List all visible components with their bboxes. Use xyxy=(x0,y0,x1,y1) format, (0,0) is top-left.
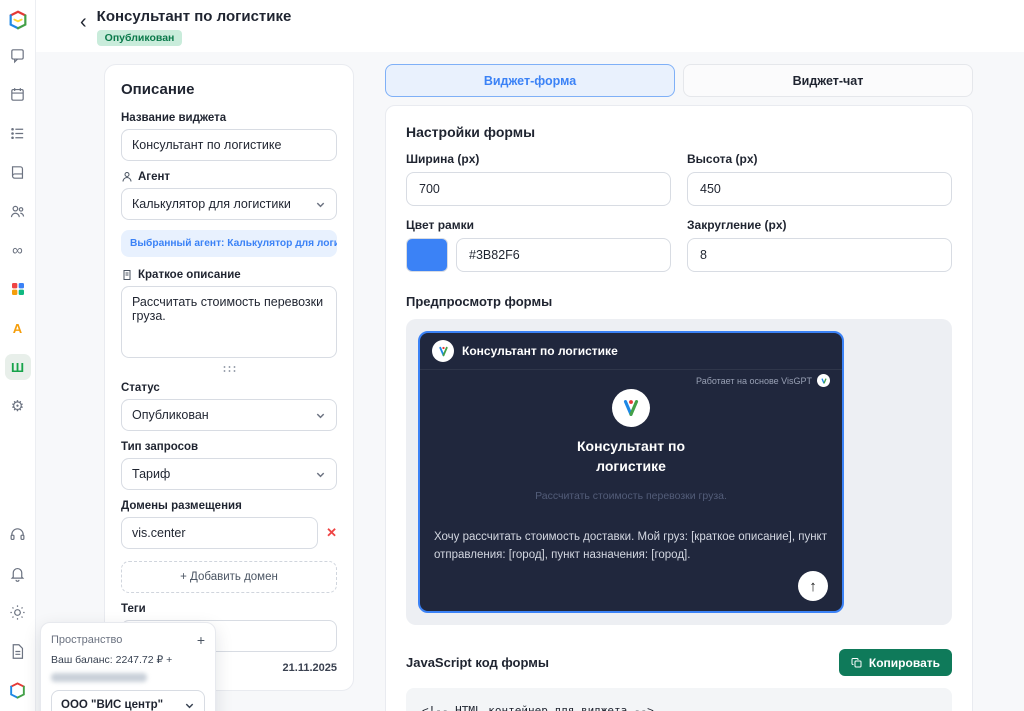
radius-label: Закругление (px) xyxy=(687,218,787,232)
page-title: Консультант по логистике xyxy=(96,8,292,25)
widget-hero-subtitle: Рассчитать стоимость перевозки груза. xyxy=(535,489,727,502)
widget-header: Консультант по логистике xyxy=(420,333,842,370)
app-logo-bottom-icon[interactable] xyxy=(5,677,31,703)
users-icon[interactable] xyxy=(5,198,31,224)
apps-icon[interactable] xyxy=(5,276,31,302)
border-color-input[interactable] xyxy=(456,238,671,272)
widget-tabs: Виджет-форма Виджет-чат xyxy=(385,64,973,97)
width-label: Ширина (px) xyxy=(406,152,480,166)
widget-hero: Консультант по логистике Рассчитать стои… xyxy=(420,389,842,502)
form-preview-container: Консультант по логистике Работает на осн… xyxy=(406,319,952,625)
copy-code-button[interactable]: Копировать xyxy=(838,649,952,676)
workspace-label: Пространство xyxy=(51,634,123,646)
agent-select[interactable]: Калькулятор для логистики xyxy=(121,188,337,220)
request-type-label: Тип запросов xyxy=(121,441,199,453)
bell-icon[interactable] xyxy=(5,560,31,586)
preview-title: Предпросмотр формы xyxy=(406,294,553,309)
form-settings-title: Настройки формы xyxy=(406,124,536,140)
agent-label: Агент xyxy=(121,171,337,183)
status-select[interactable]: Опубликован xyxy=(121,399,337,431)
workspace-popup: Пространство + Ваш баланс: 2247.72 ₽ + О… xyxy=(40,622,216,711)
widget-settings-column: Виджет-форма Виджет-чат Настройки формы … xyxy=(385,64,973,711)
widget-name-input[interactable] xyxy=(121,129,337,161)
chevron-down-icon xyxy=(316,202,325,207)
page-header: ‹ Консультант по логистике Опубликован xyxy=(36,0,1024,52)
chevron-down-icon xyxy=(316,413,325,418)
book-icon[interactable] xyxy=(5,159,31,185)
send-button[interactable]: ↑ xyxy=(798,571,828,601)
js-code-title: JavaScript код формы xyxy=(406,655,549,670)
js-code-block[interactable]: <!-- HTML контейнер для виджета --> <div… xyxy=(406,688,952,711)
color-swatch[interactable] xyxy=(406,238,448,272)
widget-name-label: Название виджета xyxy=(121,112,227,124)
border-color-label: Цвет рамки xyxy=(406,218,474,232)
height-label: Высота (px) xyxy=(687,152,758,166)
form-settings-card: Настройки формы Ширина (px) Высота (px) … xyxy=(385,105,973,711)
visgpt-logo-icon xyxy=(817,374,830,387)
description-panel: Описание Название виджета Агент Калькуля… xyxy=(104,64,354,691)
description-title: Описание xyxy=(121,81,195,98)
add-domain-button[interactable]: + Добавить домен xyxy=(121,561,337,593)
note-icon xyxy=(123,270,131,280)
widget-input-placeholder: Хочу рассчитать стоимость доставки. Мой … xyxy=(434,531,827,562)
sidebar-bottom xyxy=(5,521,31,703)
short-description-label: Краткое описание xyxy=(121,269,337,281)
tab-widget-chat[interactable]: Виджет-чат xyxy=(683,64,973,97)
add-workspace-button[interactable]: + xyxy=(197,632,205,648)
domains-label: Домены размещения xyxy=(121,500,242,512)
remove-domain-button[interactable]: ✕ xyxy=(326,525,337,541)
balance-text: Ваш баланс: 2247.72 ₽ + xyxy=(51,654,173,666)
document-icon[interactable] xyxy=(5,638,31,664)
tab-widget-form[interactable]: Виджет-форма xyxy=(385,64,675,97)
widget-logo-icon xyxy=(432,340,454,362)
infinity-icon[interactable]: ∞ xyxy=(5,237,31,263)
resize-grip[interactable] xyxy=(222,365,236,372)
chat-icon[interactable] xyxy=(5,42,31,68)
calendar-icon[interactable] xyxy=(5,81,31,107)
theme-sun-icon[interactable] xyxy=(5,599,31,625)
status-label: Статус xyxy=(121,382,160,394)
content-area: Описание Название виджета Агент Калькуля… xyxy=(36,52,1024,711)
blurred-text xyxy=(51,673,147,682)
sidebar-nav: ∞ A Ш ⚙ xyxy=(4,42,31,419)
widget-preview: Консультант по логистике Работает на осн… xyxy=(418,331,844,613)
widget-input-area[interactable]: Хочу рассчитать стоимость доставки. Мой … xyxy=(420,519,842,611)
back-button[interactable]: ‹ xyxy=(80,12,87,32)
chevron-down-icon xyxy=(185,703,194,708)
gear-icon[interactable]: ⚙ xyxy=(5,393,31,419)
chevron-down-icon xyxy=(316,472,325,477)
status-badge: Опубликован xyxy=(96,30,183,46)
domain-input[interactable] xyxy=(121,517,319,549)
tags-label: Теги xyxy=(121,603,146,615)
radius-input[interactable] xyxy=(687,238,952,272)
copy-icon xyxy=(851,657,862,667)
short-description-textarea[interactable]: Рассчитать стоимость перевозки груза. xyxy=(121,286,337,358)
organization-select[interactable]: ООО "ВИС центр" xyxy=(51,690,205,711)
code-line-1: <!-- HTML контейнер для виджета --> xyxy=(422,704,654,711)
width-input[interactable] xyxy=(406,172,671,206)
widget-hero-title: Консультант по логистике xyxy=(576,438,686,475)
app-sh-icon-active[interactable]: Ш xyxy=(4,354,31,380)
support-headset-icon[interactable] xyxy=(5,521,31,547)
height-input[interactable] xyxy=(687,172,952,206)
request-type-select[interactable]: Тариф xyxy=(121,458,337,490)
powered-by: Работает на основе VisGPT xyxy=(420,370,842,387)
selected-agent-banner: Выбранный агент: Калькулятор для логисти… xyxy=(121,230,337,257)
agent-icon xyxy=(122,172,132,182)
app-logo-icon[interactable] xyxy=(6,8,30,32)
list-icon[interactable] xyxy=(5,120,31,146)
widget-header-title: Консультант по логистике xyxy=(462,344,618,358)
sidebar: ∞ A Ш ⚙ xyxy=(0,0,36,711)
widget-logo-large-icon xyxy=(612,389,650,427)
app-a-icon[interactable]: A xyxy=(5,315,31,341)
